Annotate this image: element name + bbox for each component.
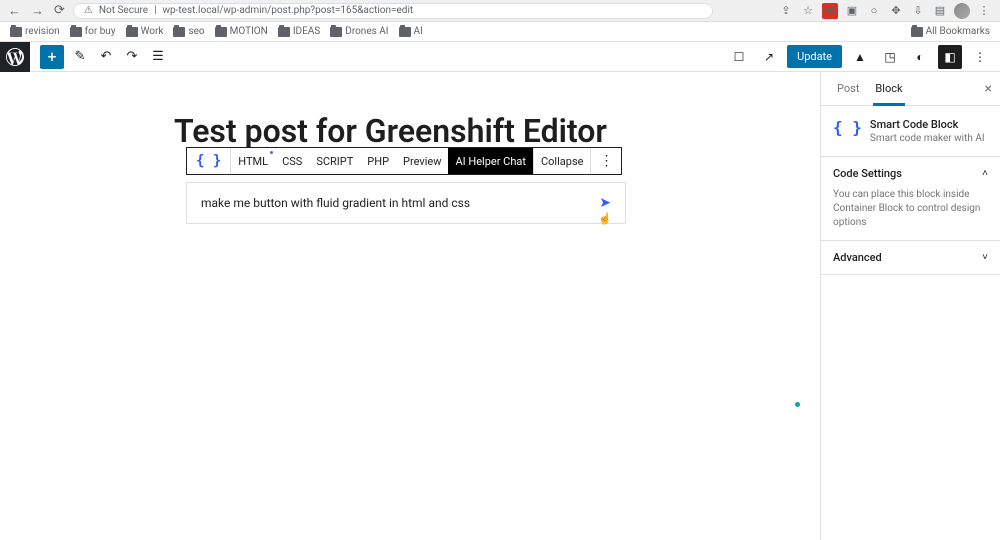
sidebar-tab-post[interactable]: Post [829,72,867,105]
extensions-puzzle-icon[interactable]: ✥ [888,3,904,19]
url-separator: | [154,5,156,16]
insecure-icon: ⚠ [84,5,93,16]
extension-red-icon[interactable]: ec [822,3,838,19]
tab-preview[interactable]: Preview [396,148,448,174]
bookmark-folder[interactable]: revision [10,26,60,37]
panel-advanced[interactable]: Advanced ˅ [833,251,988,264]
viewport-desktop-icon[interactable]: ☐ [727,45,751,69]
loading-dot [795,402,800,407]
redo-button[interactable]: ↷ [122,47,142,67]
bookmark-folder[interactable]: AI [399,26,423,37]
security-label: Not Secure [99,5,148,16]
reading-list-icon[interactable]: ▤ [932,3,948,19]
greenshift-icon[interactable]: ▲ [848,45,872,69]
undo-button[interactable]: ↶ [96,47,116,67]
update-button[interactable]: Update [787,45,842,68]
browser-menu-icon[interactable]: ⋮ [976,3,992,19]
url-text: wp-test.local/wp-admin/post.php?post=165… [163,5,414,16]
chevron-down-icon: ˅ [982,252,988,263]
extension-generic-icon[interactable]: ▣ [844,3,860,19]
ai-chat-input[interactable]: make me button with fluid gradient in ht… [186,182,626,224]
bookmark-folder[interactable]: MOTION [215,26,268,37]
folder-icon [399,27,411,37]
profile-avatar[interactable] [954,3,970,19]
edit-tool-icon[interactable]: ✎ [70,47,90,67]
folder-icon [215,27,227,37]
close-sidebar-icon[interactable]: × [981,81,996,97]
contrast-icon[interactable]: ◐ [908,45,932,69]
panel-body-text: You can place this block inside Containe… [833,188,988,230]
browser-back-button[interactable]: ← [8,3,21,19]
wordpress-icon [6,48,24,66]
chat-prompt-text: make me button with fluid gradient in ht… [201,196,599,210]
braces-icon: { } [196,153,221,169]
add-block-button[interactable]: + [40,45,64,69]
braces-icon: { } [833,118,862,144]
bookmark-star-icon[interactable]: ☆ [800,3,816,19]
block-description: Smart code maker with AI [870,133,985,144]
block-more-menu[interactable]: ⋮ [591,153,621,169]
bookmark-folder[interactable]: Work [126,26,164,37]
folder-icon [330,27,342,37]
address-bar[interactable]: ⚠ Not Secure | wp-test.local/wp-admin/po… [73,3,713,19]
layers-icon[interactable]: ◳ [878,45,902,69]
block-toolbar: { } HTML CSS SCRIPT PHP Preview AI Helpe… [186,147,622,175]
block-name: Smart Code Block [870,118,985,131]
folder-icon [126,27,138,37]
send-icon[interactable]: ➤ [599,195,611,211]
block-type-icon[interactable]: { } [187,148,231,174]
panel-code-settings[interactable]: Code Settings ˄ [833,167,988,180]
all-bookmarks[interactable]: All Bookmarks [911,26,990,37]
bookmark-folder[interactable]: for buy [70,26,116,37]
download-icon[interactable]: ⇩ [910,3,926,19]
chevron-up-icon: ˄ [982,168,988,179]
share-icon[interactable]: ⇪ [778,3,794,19]
tab-ai-helper-chat[interactable]: AI Helper Chat [448,148,533,174]
options-menu-icon[interactable]: ⋮ [968,45,992,69]
collapse-button[interactable]: Collapse [534,148,590,174]
sidebar-tab-block[interactable]: Block [867,72,910,105]
tab-html[interactable]: HTML [231,148,275,174]
settings-sidebar-toggle[interactable]: ◧ [938,45,962,69]
folder-icon [911,27,923,37]
external-preview-icon[interactable]: ↗ [757,45,781,69]
wordpress-logo[interactable] [0,42,30,72]
folder-icon [278,27,290,37]
folder-icon [70,27,82,37]
tab-script[interactable]: SCRIPT [309,148,360,174]
folder-icon [10,27,22,37]
extension-circle-icon[interactable]: ○ [866,3,882,19]
bookmark-folder[interactable]: IDEAS [278,26,320,37]
folder-icon [173,27,185,37]
browser-reload-button[interactable]: ⟳ [54,3,65,19]
bookmark-folder[interactable]: seo [173,26,204,37]
tab-css[interactable]: CSS [275,148,309,174]
post-title[interactable]: Test post for Greenshift Editor [174,112,796,150]
cursor-indicator: ☝ [598,212,612,225]
browser-forward-button[interactable]: → [31,3,44,19]
bookmark-folder[interactable]: Drones AI [330,26,388,37]
list-view-icon[interactable]: ☰ [148,47,168,67]
tab-php[interactable]: PHP [360,148,396,174]
